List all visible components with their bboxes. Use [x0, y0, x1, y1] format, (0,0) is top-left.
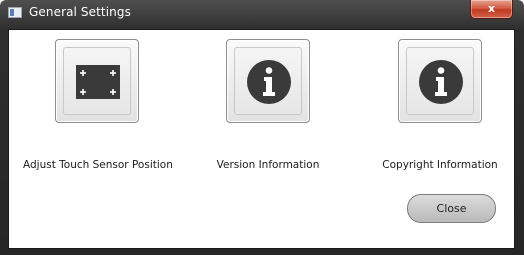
- tile-face: [406, 47, 474, 115]
- version-information-label: Version Information: [216, 159, 320, 171]
- info-icon: [247, 60, 291, 104]
- copyright-information-button[interactable]: [398, 39, 482, 123]
- title-bar[interactable]: General Settings x: [0, 0, 524, 28]
- window-close-button[interactable]: x: [470, 0, 513, 19]
- settings-window: General Settings x Adjust Touch Sensor P…: [0, 0, 524, 255]
- touch-sensor-icon: [76, 65, 120, 99]
- info-icon: [419, 60, 463, 104]
- tile-face: [63, 47, 131, 115]
- adjust-touch-sensor-button[interactable]: [55, 39, 139, 123]
- window-icon: [8, 7, 22, 18]
- copyright-information-label: Copyright Information: [382, 159, 498, 171]
- close-button[interactable]: Close: [407, 194, 496, 223]
- adjust-touch-sensor-label: Adjust Touch Sensor Position: [23, 159, 173, 171]
- window-title: General Settings: [29, 5, 131, 19]
- window-content: Adjust Touch Sensor Position Version Inf…: [8, 29, 515, 249]
- version-information-button[interactable]: [226, 39, 310, 123]
- tile-face: [234, 47, 302, 115]
